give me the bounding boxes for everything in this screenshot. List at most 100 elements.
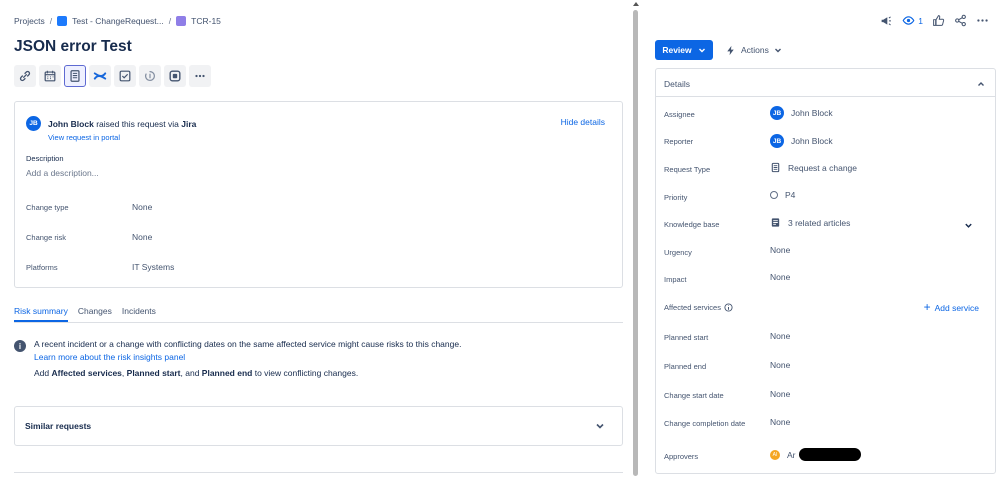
breadcrumb: Projects / Test - ChangeRequest... / TCR…	[14, 16, 221, 26]
calendar-icon[interactable]	[39, 65, 61, 87]
document-icon[interactable]	[64, 65, 86, 87]
issue-type-icon	[176, 16, 187, 26]
knowledge-base-label: Knowledge base	[664, 220, 720, 229]
actions-button[interactable]: Actions	[725, 40, 782, 60]
review-button[interactable]: Review	[655, 40, 713, 60]
redacted-name	[798, 448, 861, 461]
checkbox-icon[interactable]	[114, 65, 136, 87]
description-label: Description	[26, 154, 64, 163]
details-title: Details	[664, 79, 690, 89]
tab-incidents[interactable]: Incidents	[122, 306, 156, 322]
details-panel: Details Assignee JB John Block Reporter …	[655, 68, 996, 474]
platforms-label: Platforms	[26, 263, 58, 272]
lightning-icon	[727, 45, 734, 55]
info-icon[interactable]	[724, 303, 733, 312]
page-title[interactable]: JSON error Test	[14, 38, 132, 56]
urgency-value[interactable]: None	[770, 245, 790, 255]
planned-start-label: Planned start	[664, 333, 709, 342]
change-completion-date-label: Change completion date	[664, 419, 746, 428]
project-icon	[57, 16, 68, 26]
eye-icon	[902, 16, 915, 25]
more-icon[interactable]	[189, 65, 211, 87]
breadcrumb-project[interactable]: Test - ChangeRequest...	[72, 16, 164, 26]
reporter-name[interactable]: John Block	[48, 119, 94, 129]
confluence-icon[interactable]	[89, 65, 111, 87]
learn-more-link[interactable]: Learn more about the risk insights panel	[34, 351, 461, 364]
app-icon[interactable]	[164, 65, 186, 87]
scroll-thumb[interactable]	[633, 10, 638, 476]
watch-count: 1	[918, 15, 923, 26]
add-service-button[interactable]: + Add service	[924, 300, 979, 314]
scroll-up-arrow[interactable]	[633, 2, 639, 6]
reporter-label: Reporter	[664, 137, 694, 146]
reporter-field[interactable]: JB John Block	[770, 134, 833, 148]
tab-bar: Risk summary Changes Incidents	[14, 306, 623, 323]
tab-risk-summary[interactable]: Risk summary	[14, 306, 68, 322]
plus-icon: +	[923, 300, 931, 314]
platforms-value[interactable]: IT Systems	[132, 262, 174, 272]
article-icon	[771, 218, 780, 227]
chevron-down-icon	[698, 48, 705, 53]
change-risk-label: Change risk	[26, 233, 67, 242]
risk-message: A recent incident or a change with confl…	[34, 339, 462, 349]
divider	[14, 472, 623, 473]
avatar[interactable]: JB	[26, 116, 41, 131]
impact-value[interactable]: None	[770, 272, 790, 282]
request-type-label: Request Type	[664, 165, 711, 174]
assignee-label: Assignee	[664, 110, 695, 119]
issue-toolbar	[14, 65, 211, 87]
raised-text: raised this request via	[96, 118, 179, 129]
avatar: AI	[770, 449, 780, 460]
change-start-date-value[interactable]: None	[770, 389, 790, 399]
planned-end-value[interactable]: None	[770, 360, 790, 370]
chevron-down-icon	[774, 48, 781, 53]
breadcrumb-separator: /	[168, 16, 172, 26]
details-header[interactable]: Details	[656, 69, 995, 97]
planned-end-label: Planned end	[664, 362, 707, 371]
planned-start-value[interactable]: None	[770, 331, 790, 341]
description-field[interactable]: Add a description...	[26, 168, 99, 178]
change-type-label: Change type	[26, 203, 69, 212]
urgency-label: Urgency	[664, 248, 692, 257]
avatar: JB	[770, 106, 784, 120]
similar-requests-panel[interactable]: Similar requests	[14, 406, 623, 446]
watch-button[interactable]: 1	[902, 14, 923, 27]
info-icon: i	[14, 340, 26, 352]
affected-services-label: Affected services	[664, 303, 733, 312]
priority-label: Priority	[664, 193, 688, 202]
more-icon[interactable]	[976, 14, 989, 27]
similar-requests-label: Similar requests	[25, 421, 92, 431]
top-actions: 1	[880, 14, 989, 27]
issue-sidebar: 1 Review Actions Details Assignee JB Joh…	[640, 0, 999, 479]
scrollbar[interactable]	[632, 0, 639, 479]
request-details-card: JB John Block raised this request via Ji…	[14, 101, 623, 288]
request-type-field[interactable]: Request a change	[770, 162, 857, 173]
thumbs-up-icon[interactable]	[932, 14, 945, 27]
risk-info: i A recent incident or a change with con…	[14, 338, 461, 364]
approvers-label: Approvers	[664, 452, 699, 461]
knowledge-base-field[interactable]: 3 related articles	[770, 217, 850, 228]
megaphone-icon[interactable]	[880, 14, 893, 27]
tab-changes[interactable]: Changes	[78, 306, 112, 322]
breadcrumb-separator: /	[49, 16, 53, 26]
share-icon[interactable]	[954, 14, 967, 27]
change-completion-date-value[interactable]: None	[770, 417, 790, 427]
assignee-field[interactable]: JB John Block	[770, 106, 833, 120]
view-in-portal-link[interactable]: View request in portal	[48, 133, 120, 142]
link-icon[interactable]	[14, 65, 36, 87]
breadcrumb-issue-key[interactable]: TCR-15	[191, 16, 221, 26]
document-icon	[771, 162, 780, 173]
change-start-date-label: Change start date	[664, 391, 724, 400]
change-risk-value[interactable]: None	[132, 232, 152, 242]
chevron-down-icon[interactable]	[964, 221, 973, 230]
hide-details-link[interactable]: Hide details	[561, 117, 605, 127]
loading-icon[interactable]	[139, 65, 161, 87]
breadcrumb-projects[interactable]: Projects	[14, 16, 45, 26]
change-type-value[interactable]: None	[132, 202, 152, 212]
chevron-up-icon[interactable]	[976, 79, 986, 89]
approvers-field[interactable]: AI Ar	[770, 448, 861, 461]
avatar: JB	[770, 134, 784, 148]
priority-field[interactable]: P4	[770, 190, 795, 200]
chevron-down-icon[interactable]	[594, 420, 606, 432]
risk-hint: Add Affected services, Planned start, an…	[34, 368, 359, 378]
